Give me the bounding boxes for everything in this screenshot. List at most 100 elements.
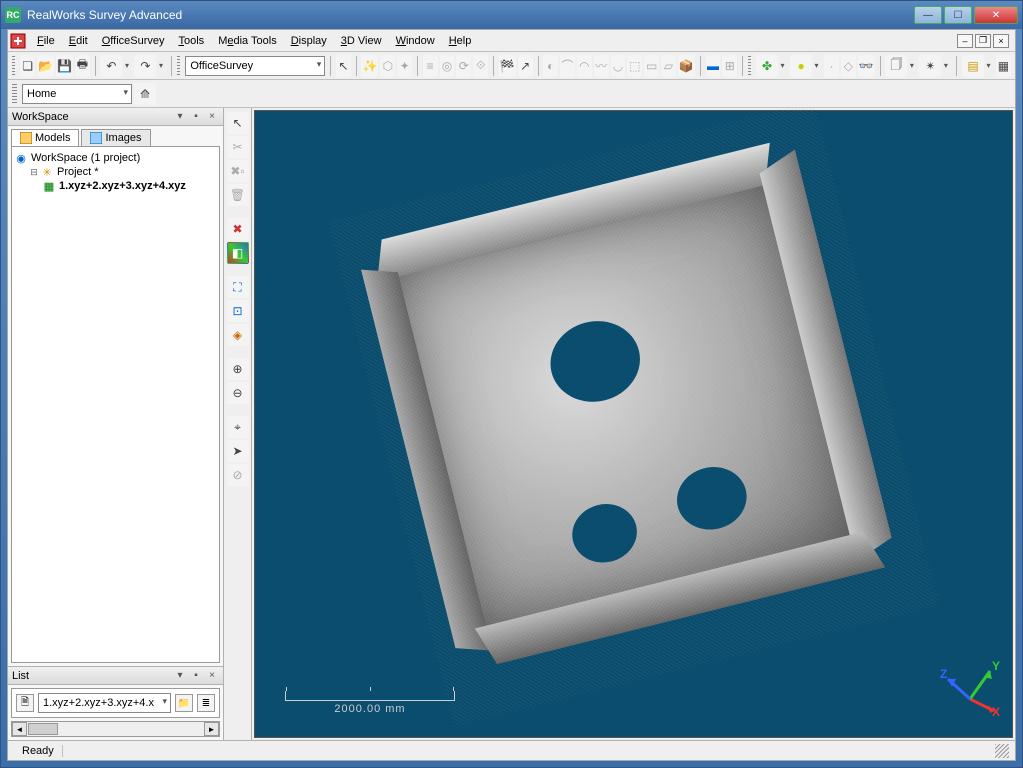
frame-tool-icon[interactable]: ⊡ <box>227 300 249 322</box>
menu-display[interactable]: Display <box>284 33 334 49</box>
palette-tool-icon[interactable]: ◧ <box>227 242 249 264</box>
tool-icon[interactable]: ◐ <box>543 55 558 77</box>
open-button[interactable]: 📂 <box>37 55 54 77</box>
mdi-minimize-icon[interactable]: – <box>957 34 973 48</box>
panel-dropdown-icon[interactable]: ▾ <box>173 669 187 683</box>
sphere-button[interactable]: ● <box>790 55 812 77</box>
redo-button[interactable]: ↷ <box>134 55 156 77</box>
tool-icon[interactable]: ✨ <box>361 55 378 77</box>
undo-button[interactable]: ↶ <box>100 55 122 77</box>
tool-icon[interactable]: ▦ <box>996 55 1011 77</box>
list-nav-icon[interactable]: 🗎 <box>16 694 34 712</box>
save-button[interactable]: 💾 <box>56 55 73 77</box>
delete-tool-icon[interactable]: ✖▫ <box>227 160 249 182</box>
menu-file[interactable]: File <box>30 33 62 49</box>
go-home-button[interactable]: ⟰ <box>134 83 156 105</box>
scroll-left-icon[interactable]: ◄ <box>12 722 27 736</box>
menu-mediatools[interactable]: Media Tools <box>211 33 284 49</box>
tree-file[interactable]: ▦ 1.xyz+2.xyz+3.xyz+4.xyz <box>14 179 217 193</box>
view-button[interactable]: 🗍 <box>885 55 907 77</box>
zoom-out-icon[interactable]: ⊖ <box>227 382 249 404</box>
undo-drop[interactable]: ▾ <box>122 55 132 77</box>
lock-tool-icon[interactable]: ⊘ <box>227 464 249 486</box>
mdi-close-icon[interactable]: × <box>993 34 1009 48</box>
walk-tool-icon[interactable]: ➤ <box>227 440 249 462</box>
trash-tool-icon[interactable]: 🗑 <box>227 184 249 206</box>
pointer-tool-icon[interactable]: ↖ <box>227 112 249 134</box>
target-tool-icon[interactable]: ✖ <box>227 218 249 240</box>
list-view-icon[interactable]: ≣ <box>197 694 215 712</box>
menu-edit[interactable]: Edit <box>62 33 95 49</box>
tool-icon[interactable]: ▬ <box>706 55 721 77</box>
compass-tool-icon[interactable]: ⌖ <box>227 416 249 438</box>
tool-icon[interactable]: 🏁 <box>499 55 516 77</box>
resize-grip-icon[interactable] <box>995 744 1009 758</box>
explode-drop[interactable]: ▾ <box>941 55 951 77</box>
tab-models[interactable]: Models <box>11 129 79 146</box>
toolbar-grip[interactable] <box>12 56 15 76</box>
tool-icon[interactable]: ◎ <box>440 55 455 77</box>
panel-pin-icon[interactable]: ▪ <box>189 669 203 683</box>
tool-icon[interactable]: ⌒ <box>560 55 575 77</box>
tool-icon[interactable]: ▭ <box>644 55 659 77</box>
menu-officesurvey[interactable]: OfficeSurvey <box>95 33 172 49</box>
new-button[interactable]: ❏ <box>20 55 35 77</box>
zoom-in-icon[interactable]: ⊕ <box>227 358 249 380</box>
axis-gizmo[interactable]: X Y Z <box>940 659 1000 719</box>
tool-icon[interactable]: ◠ <box>577 55 592 77</box>
explode-button[interactable]: ✴ <box>919 55 941 77</box>
layer-drop[interactable]: ▾ <box>984 55 994 77</box>
home-combo[interactable]: Home <box>22 84 132 104</box>
sphere-drop[interactable]: ▾ <box>812 55 822 77</box>
list-combo[interactable]: 1.xyz+2.xyz+3.xyz+4.x <box>38 693 171 713</box>
toolbar-grip[interactable] <box>177 56 180 76</box>
tool-icon[interactable]: 📦 <box>678 55 695 77</box>
menu-tools[interactable]: Tools <box>172 33 212 49</box>
tool-icon[interactable]: 👓 <box>858 55 875 77</box>
tool-icon[interactable]: ▱ <box>661 55 676 77</box>
list-hscrollbar[interactable]: ◄ ► <box>11 721 220 737</box>
tool-icon[interactable]: · <box>824 55 839 77</box>
tool-icon[interactable]: ≡ <box>423 55 438 77</box>
menu-3dview[interactable]: 3D View <box>334 33 389 49</box>
home-tool-icon[interactable]: ◈ <box>227 324 249 346</box>
workspace-tree[interactable]: ◉ WorkSpace (1 project) ⊟ ✳ Project * ▦ … <box>11 146 220 663</box>
tree-root[interactable]: ◉ WorkSpace (1 project) <box>14 151 217 165</box>
maximize-button[interactable]: ☐ <box>944 6 972 24</box>
tree-project[interactable]: ⊟ ✳ Project * <box>14 165 217 179</box>
titlebar[interactable]: RC RealWorks Survey Advanced — ☐ ✕ <box>1 1 1022 29</box>
panel-close-icon[interactable]: × <box>205 110 219 124</box>
tool-icon[interactable]: ⊞ <box>722 55 737 77</box>
tab-images[interactable]: Images <box>81 129 150 146</box>
fit-tool-icon[interactable]: ⛶ <box>227 276 249 298</box>
panel-close-icon[interactable]: × <box>205 669 219 683</box>
module-combo[interactable]: OfficeSurvey <box>185 56 325 76</box>
color-button[interactable]: ✤ <box>756 55 778 77</box>
scroll-right-icon[interactable]: ► <box>204 722 219 736</box>
tool-icon[interactable]: ⬡ <box>380 55 395 77</box>
tool-icon[interactable]: ◇ <box>841 55 856 77</box>
color-drop[interactable]: ▾ <box>778 55 788 77</box>
collapse-icon[interactable]: ⊟ <box>28 167 40 178</box>
tool-icon[interactable]: 〰 <box>594 55 609 77</box>
panel-pin-icon[interactable]: ▪ <box>189 110 203 124</box>
print-button[interactable]: 🖶 <box>75 55 90 77</box>
close-button[interactable]: ✕ <box>974 6 1018 24</box>
tool-icon[interactable]: ⟳ <box>456 55 471 77</box>
scroll-thumb[interactable] <box>28 723 58 735</box>
tool-icon[interactable]: ↗ <box>518 55 533 77</box>
toolbar-grip[interactable] <box>748 56 751 76</box>
mdi-restore-icon[interactable]: ❐ <box>975 34 991 48</box>
select-button[interactable]: ↖ <box>336 55 351 77</box>
tool-icon[interactable]: ◡ <box>611 55 626 77</box>
menu-help[interactable]: Help <box>442 33 479 49</box>
minimize-button[interactable]: — <box>914 6 942 24</box>
layer-button[interactable]: ▤ <box>962 55 984 77</box>
list-open-icon[interactable]: 📁 <box>175 694 193 712</box>
cut-tool-icon[interactable]: ✂ <box>227 136 249 158</box>
view-drop[interactable]: ▾ <box>907 55 917 77</box>
toolbar-grip[interactable] <box>12 84 17 104</box>
tool-icon[interactable]: ✦ <box>397 55 412 77</box>
panel-dropdown-icon[interactable]: ▾ <box>173 110 187 124</box>
redo-drop[interactable]: ▾ <box>156 55 166 77</box>
